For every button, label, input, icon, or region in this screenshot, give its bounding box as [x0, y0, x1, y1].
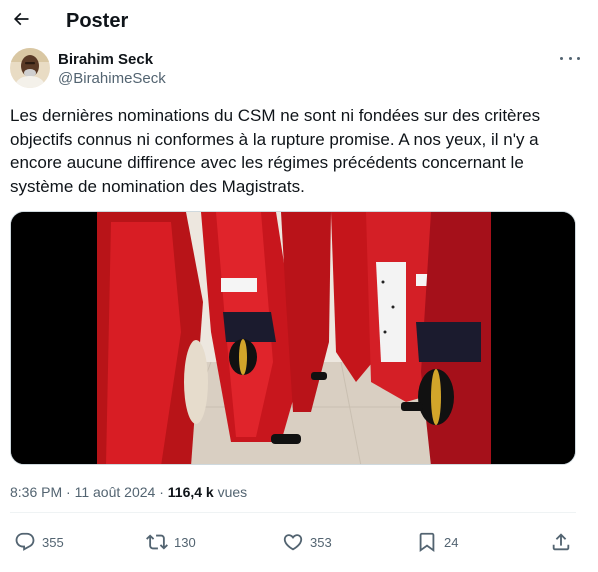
- repost-button[interactable]: 130: [146, 531, 196, 553]
- bookmark-icon: [419, 532, 435, 553]
- top-bar: Poster: [0, 0, 598, 42]
- heart-icon: [283, 534, 303, 551]
- arrow-left-icon: [13, 12, 29, 26]
- meta-separator: ·: [155, 484, 168, 500]
- like-count: 353: [310, 534, 332, 550]
- share-button[interactable]: [550, 531, 572, 553]
- like-button[interactable]: 353: [282, 531, 332, 553]
- tweet-text: Les dernières nominations du CSM ne sont…: [10, 106, 541, 196]
- reply-count: 355: [42, 534, 64, 550]
- tweet-meta: 8:36 PM · 11 août 2024 · 116,4 k vues: [10, 483, 247, 501]
- more-options-button[interactable]: [560, 52, 580, 64]
- avatar[interactable]: [10, 48, 50, 88]
- bookmark-button[interactable]: 24: [416, 531, 458, 553]
- page-title: Poster: [66, 10, 129, 32]
- tweet-media[interactable]: [10, 211, 576, 465]
- photo-magistrates-red-robes: [11, 212, 575, 464]
- tweet-author: Birahim Seck @BirahimeSeck: [10, 48, 580, 92]
- reply-icon: [15, 532, 35, 551]
- repost-count: 130: [174, 534, 196, 550]
- divider: [10, 512, 576, 513]
- share-icon: [552, 533, 570, 551]
- more-horizontal-icon: [560, 56, 563, 60]
- repost-icon: [146, 534, 168, 550]
- more-horizontal-icon: [577, 56, 580, 60]
- meta-separator: ·: [62, 484, 75, 500]
- author-handle[interactable]: @BirahimeSeck: [58, 70, 166, 88]
- back-button[interactable]: [10, 8, 32, 30]
- avatar-photo: [10, 48, 50, 88]
- more-horizontal-icon: [568, 56, 572, 60]
- reply-button[interactable]: 355: [14, 531, 64, 553]
- views-label: vues: [213, 484, 248, 500]
- views-count: 116,4 k: [167, 484, 214, 500]
- tweet-time[interactable]: 8:36 PM: [10, 484, 62, 500]
- tweet-actions: 355 130 353 24: [10, 525, 576, 561]
- tweet-date[interactable]: 11 août 2024: [75, 484, 156, 500]
- author-name[interactable]: Birahim Seck: [58, 51, 153, 69]
- bookmark-count: 24: [444, 534, 459, 550]
